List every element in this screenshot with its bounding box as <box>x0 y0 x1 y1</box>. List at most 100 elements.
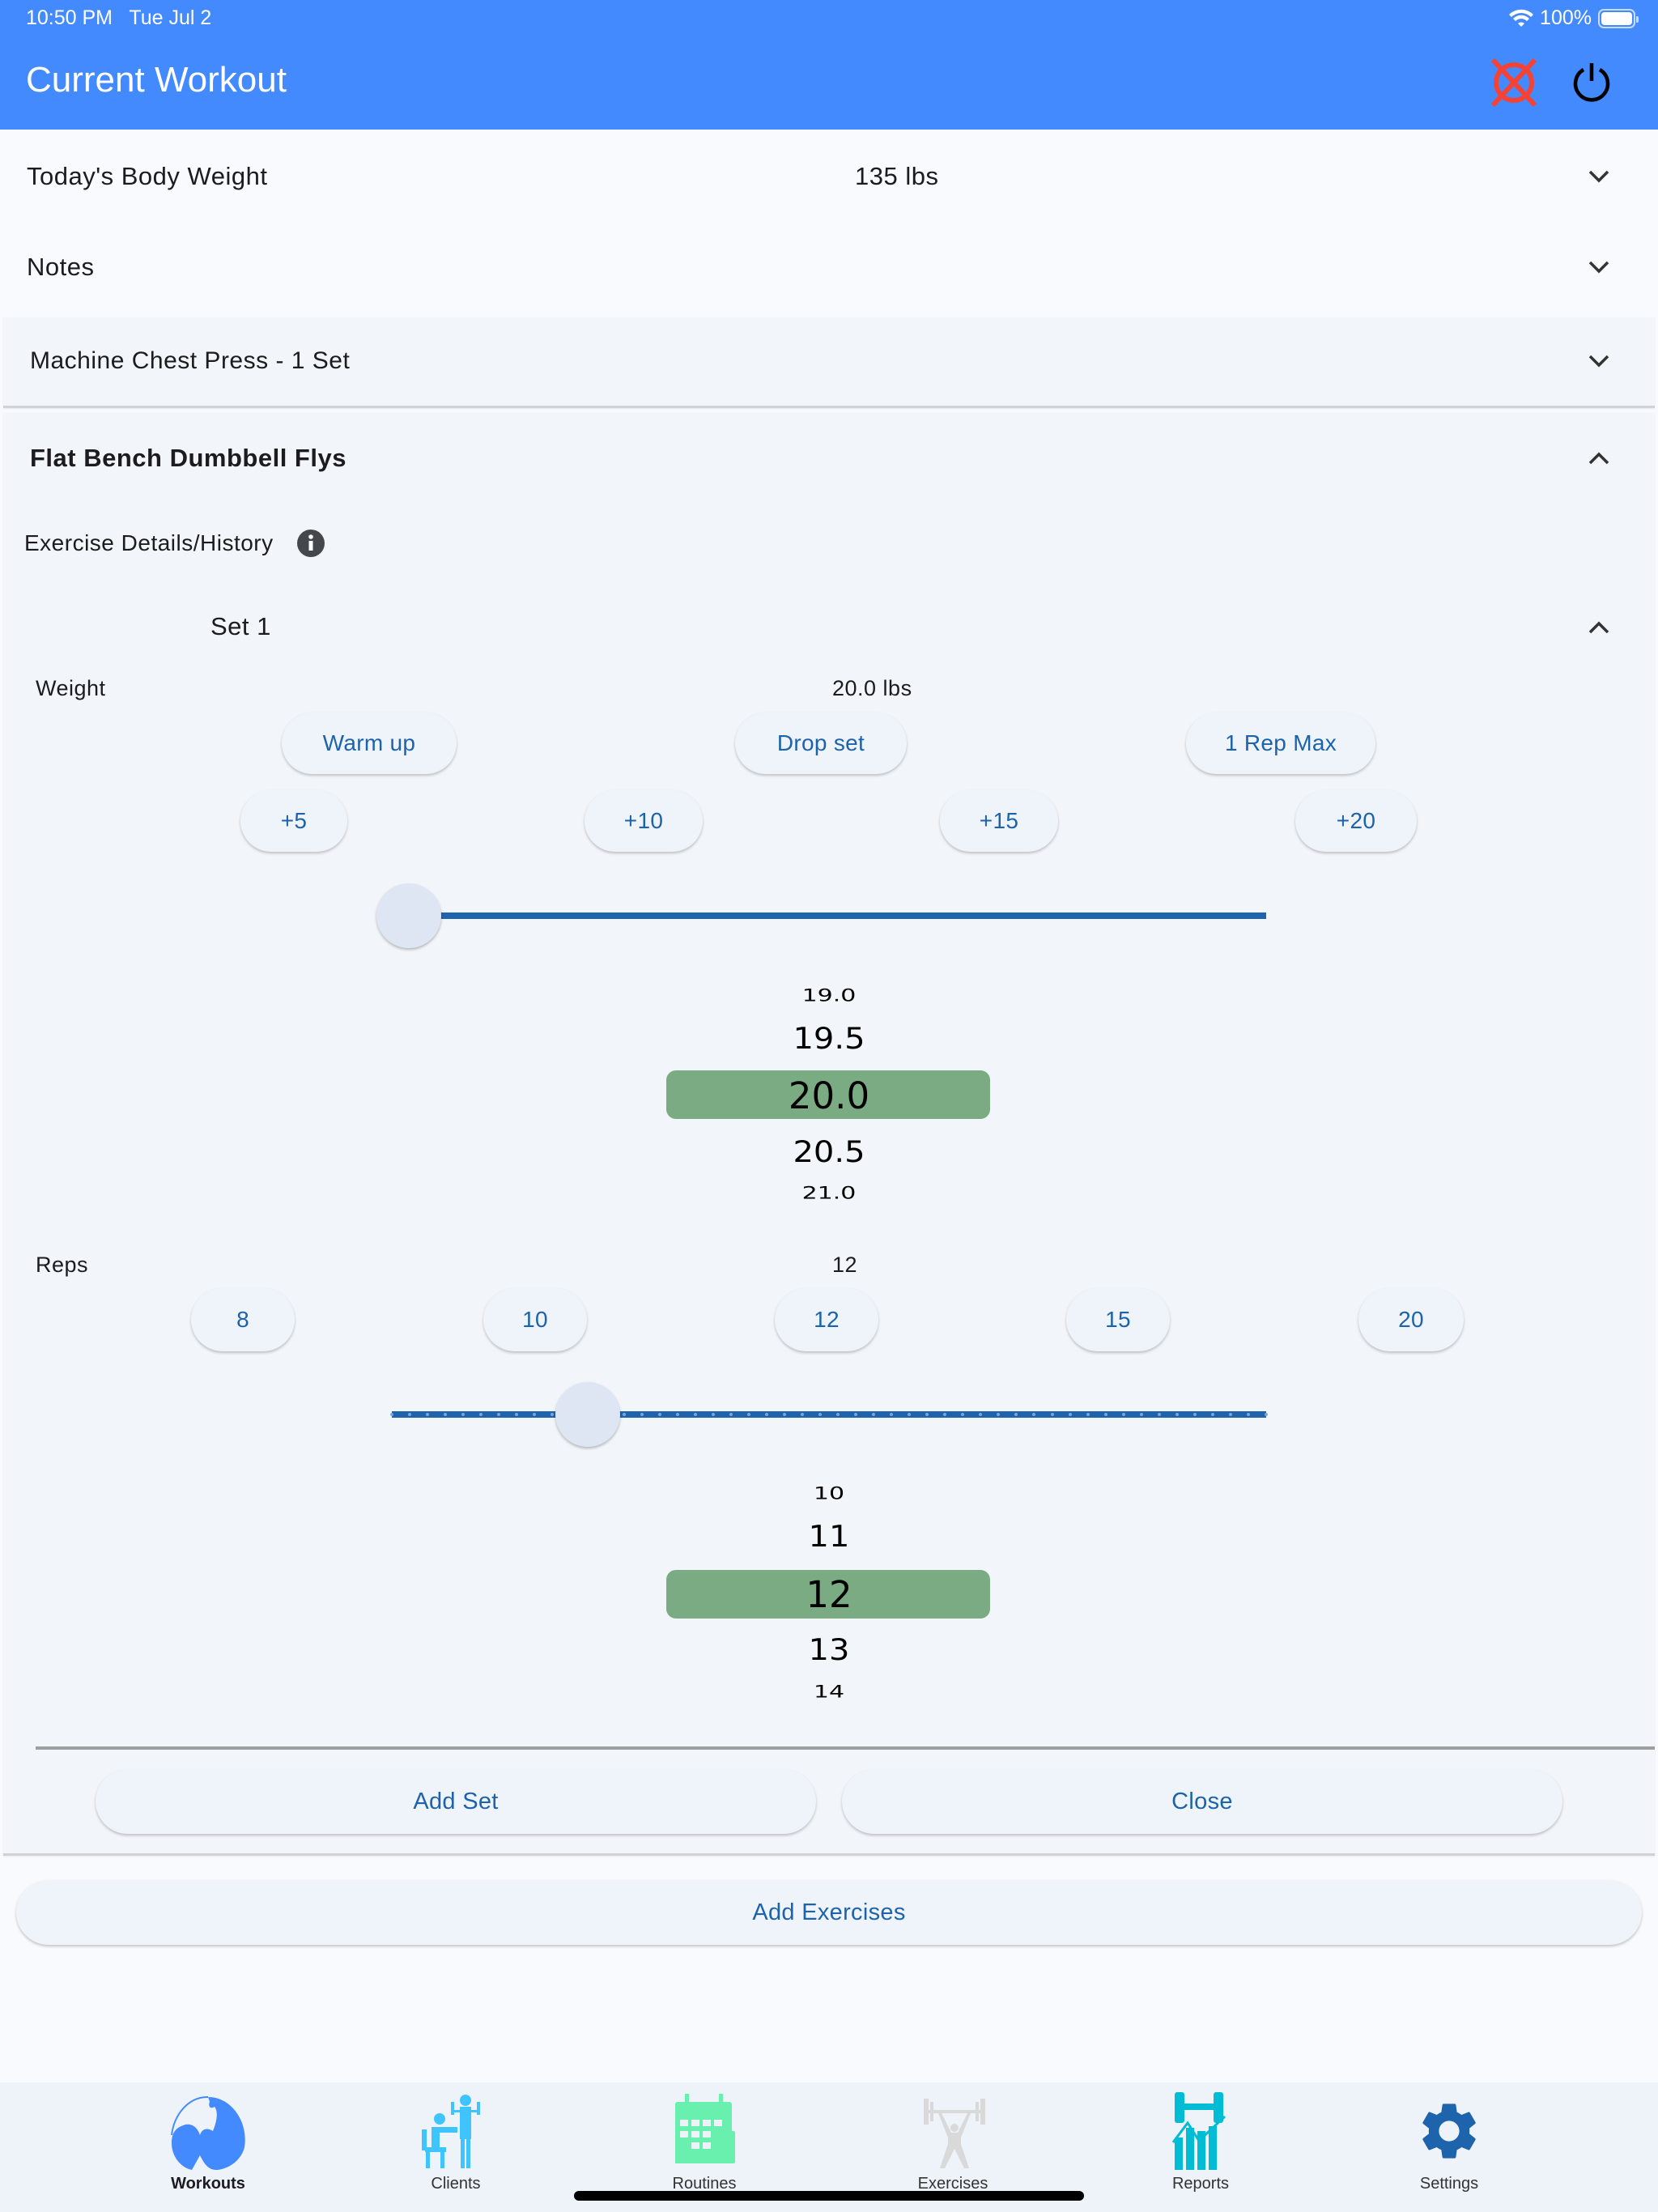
chevron-down-icon <box>1583 160 1615 193</box>
reps-slider-tick <box>1103 1413 1107 1416</box>
reps-10-button[interactable]: 10 <box>483 1288 587 1351</box>
tab-settings[interactable]: Settings <box>1368 2082 1530 2204</box>
set-divider <box>36 1746 1655 1750</box>
reps-slider-tick <box>711 1413 715 1416</box>
body-weight-label: Today's Body Weight <box>27 162 268 190</box>
set-label: Set 1 <box>210 612 271 640</box>
drop-set-button[interactable]: Drop set <box>735 713 907 774</box>
tab-workouts[interactable]: Workouts <box>127 2082 289 2204</box>
reps-slider-tick <box>693 1413 697 1416</box>
info-icon[interactable] <box>296 529 325 558</box>
reps-slider-tick <box>1050 1413 1054 1416</box>
reps-slider-tick <box>390 1413 393 1416</box>
reps-slider-tick <box>1246 1413 1250 1416</box>
reps-slider-tick <box>729 1413 733 1416</box>
reps-picker-item-selected[interactable]: 12 <box>0 1573 1658 1616</box>
status-time: 10:50 PM Tue Jul 2 <box>26 6 212 29</box>
weight-value: 20.0 lbs <box>832 676 912 700</box>
body-weight-value: 135 lbs <box>855 162 939 190</box>
status-indicators: 100% <box>1509 6 1639 30</box>
exercise-details-label: Exercise Details/History <box>24 530 274 555</box>
reps-slider-tick <box>1192 1413 1197 1416</box>
add-exercises-button[interactable]: Add Exercises <box>16 1880 1642 1945</box>
page-title: Current Workout <box>26 60 287 100</box>
exercise-title: Machine Chest Press - 1 Set <box>30 347 351 374</box>
close-button[interactable]: Close <box>842 1769 1562 1834</box>
reps-picker[interactable]: 10 11 12 13 14 <box>0 1470 1658 1712</box>
weightlifter-icon <box>912 2091 993 2172</box>
reps-label: Reps <box>36 1253 89 1277</box>
reps-value: 12 <box>832 1253 858 1277</box>
notes-row[interactable]: Notes <box>0 228 1658 309</box>
dumbbell-chart-icon <box>1160 2091 1241 2172</box>
weight-label: Weight <box>36 676 106 700</box>
cancel-x-circle-icon <box>1490 58 1537 107</box>
tab-clients[interactable]: Clients <box>375 2082 537 2204</box>
tab-label: Reports <box>1171 2175 1230 2193</box>
reps-slider-tick <box>1175 1413 1179 1416</box>
reps-slider-thumb[interactable] <box>555 1382 621 1447</box>
notes-label: Notes <box>27 253 95 281</box>
app-bar: 10:50 PM Tue Jul 2 100% Current Workout <box>0 0 1658 130</box>
one-rep-max-button[interactable]: 1 Rep Max <box>1186 713 1375 774</box>
weight-picker-item-selected[interactable]: 20.0 <box>0 1074 1658 1117</box>
tab-exercises[interactable]: Exercises <box>872 2082 1034 2204</box>
reps-slider-tick <box>1210 1413 1214 1416</box>
wifi-icon <box>1509 9 1534 27</box>
reps-slider-tick <box>1086 1413 1090 1416</box>
add-5-button[interactable]: +5 <box>240 790 347 852</box>
body-weight-row[interactable]: Today's Body Weight 135 lbs <box>0 138 1658 219</box>
cancel-workout-button[interactable] <box>1488 57 1540 108</box>
add-set-button[interactable]: Add Set <box>96 1769 816 1834</box>
reps-picker-item[interactable]: 14 <box>0 1682 1658 1702</box>
weight-slider[interactable] <box>376 883 1299 948</box>
reps-slider-tick <box>764 1413 768 1416</box>
tab-label: Settings <box>1419 2175 1479 2193</box>
power-button[interactable] <box>1566 57 1618 108</box>
weight-slider-track[interactable] <box>409 912 1266 919</box>
reps-slider-tick <box>622 1413 626 1416</box>
reps-slider-tick <box>675 1413 679 1416</box>
reps-picker-item[interactable]: 11 <box>0 1520 1658 1554</box>
set-header[interactable]: Set 1 <box>3 599 1655 656</box>
reps-slider-tick <box>818 1413 822 1416</box>
reps-slider-tick <box>1157 1413 1161 1416</box>
exercise-header[interactable]: Flat Bench Dumbbell Flys <box>3 413 1655 502</box>
weight-picker-item[interactable]: 20.5 <box>0 1135 1658 1169</box>
reps-slider-track[interactable] <box>392 1411 1266 1418</box>
tab-routines[interactable]: Routines <box>623 2082 785 2204</box>
add-20-button[interactable]: +20 <box>1295 790 1417 852</box>
exercise-card-collapsed[interactable]: Machine Chest Press - 1 Set <box>3 317 1655 408</box>
calendar-dumbbell-icon <box>664 2091 745 2172</box>
reps-slider-tick <box>657 1413 661 1416</box>
reps-slider-tick <box>746 1413 750 1416</box>
power-icon <box>1573 63 1610 102</box>
weight-picker-item[interactable]: 19.5 <box>0 1022 1658 1056</box>
chevron-up-icon <box>1583 442 1615 474</box>
exercise-details-link[interactable]: Exercise Details/History <box>24 525 325 562</box>
weight-slider-thumb[interactable] <box>376 883 441 948</box>
reps-slider-tick <box>1265 1413 1268 1416</box>
battery-icon <box>1598 8 1639 28</box>
warm-up-button[interactable]: Warm up <box>282 713 457 774</box>
reps-slider[interactable] <box>359 1382 1299 1447</box>
tab-reports[interactable]: Reports <box>1120 2082 1282 2204</box>
reps-15-button[interactable]: 15 <box>1066 1288 1170 1351</box>
reps-12-button[interactable]: 12 <box>775 1288 878 1351</box>
reps-20-button[interactable]: 20 <box>1358 1288 1464 1351</box>
chevron-up-icon <box>1583 611 1615 644</box>
weight-picker-item[interactable]: 21.0 <box>0 1183 1658 1203</box>
battery-percent: 100% <box>1540 6 1592 29</box>
home-indicator <box>574 2191 1084 2201</box>
reps-slider-tick <box>1139 1413 1143 1416</box>
reps-slider-tick <box>836 1413 840 1416</box>
add-10-button[interactable]: +10 <box>585 790 703 852</box>
reps-picker-item[interactable]: 10 <box>0 1483 1658 1504</box>
add-15-button[interactable]: +15 <box>940 790 1058 852</box>
reps-picker-item[interactable]: 13 <box>0 1633 1658 1667</box>
reps-8-button[interactable]: 8 <box>191 1288 295 1351</box>
exercise-title: Flat Bench Dumbbell Flys <box>30 444 346 472</box>
chevron-down-icon <box>1583 251 1615 283</box>
weight-picker[interactable]: 19.0 19.5 20.0 20.5 21.0 <box>0 972 1658 1214</box>
weight-picker-item[interactable]: 19.0 <box>0 985 1658 1006</box>
